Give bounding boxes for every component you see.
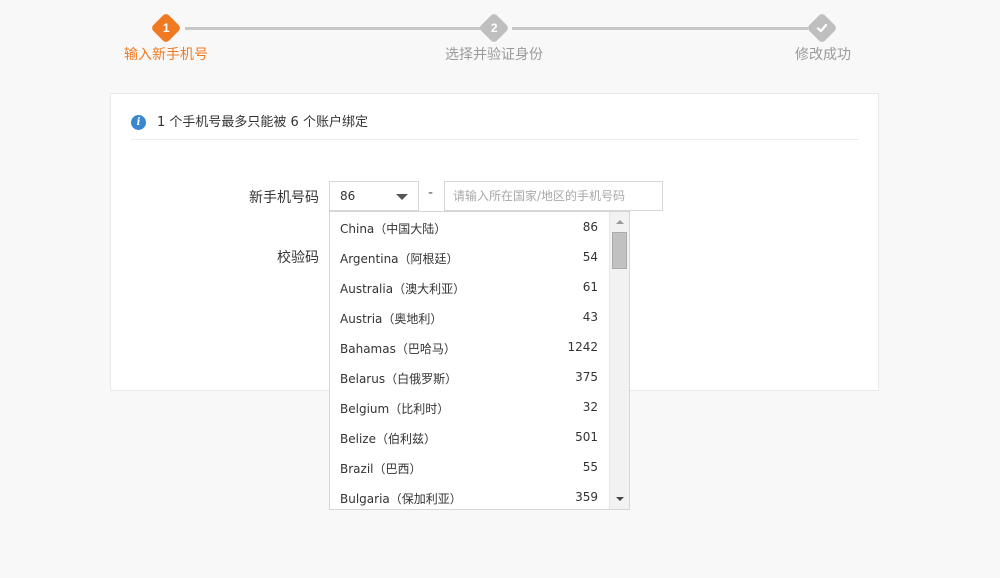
progress-stepper: 1 2 输入新手机号 选择并验证身份 修改成功 — [0, 0, 1000, 80]
country-option[interactable]: Brazil（巴西） 55 — [330, 452, 608, 482]
country-code-select[interactable]: 86 — [329, 181, 419, 211]
scroll-down-arrow-icon[interactable] — [616, 497, 624, 501]
country-option[interactable]: China（中国大陆） 86 — [330, 212, 608, 242]
country-option-code: 501 — [575, 430, 598, 444]
country-option-name: Bahamas（巴哈马） — [340, 342, 456, 356]
country-option-code: 54 — [582, 250, 598, 264]
country-code-value: 86 — [340, 189, 356, 203]
country-option-name: Bulgaria（保加利亚） — [340, 492, 462, 506]
info-icon: i — [131, 115, 146, 130]
country-option-name: Belize（伯利兹） — [340, 432, 436, 446]
country-option-code: 55 — [582, 460, 598, 474]
step-1-marker: 1 — [150, 12, 182, 44]
step-1-number: 1 — [162, 21, 170, 35]
country-option-code: 1242 — [567, 340, 598, 354]
step-3-label: 修改成功 — [795, 47, 851, 63]
step-3-marker — [806, 12, 838, 44]
step-2-number: 2 — [490, 21, 498, 35]
country-option[interactable]: Bulgaria（保加利亚） 359 — [330, 482, 608, 509]
separator: - — [428, 185, 434, 201]
dropdown-scrollbar[interactable] — [609, 212, 629, 509]
country-option-name: Belarus（白俄罗斯） — [340, 372, 458, 386]
phone-label: 新手机号码 — [249, 190, 319, 206]
country-option-name: Belgium（比利时） — [340, 402, 450, 416]
country-option-code: 43 — [582, 310, 598, 324]
notice-text: 1 个手机号最多只能被 6 个账户绑定 — [157, 115, 368, 130]
country-option[interactable]: Belarus（白俄罗斯） 375 — [330, 362, 608, 392]
country-option[interactable]: Argentina（阿根廷） 54 — [330, 242, 608, 272]
step-connector-2 — [512, 27, 808, 30]
country-option-name: China（中国大陆） — [340, 222, 447, 236]
step-connector-1 — [185, 27, 481, 30]
country-dropdown[interactable]: China（中国大陆） 86 Argentina（阿根廷） 54 Austral… — [329, 211, 630, 510]
scroll-thumb[interactable] — [612, 232, 627, 269]
check-icon — [816, 23, 828, 33]
code-label: 校验码 — [277, 250, 319, 266]
step-2-marker: 2 — [478, 12, 510, 44]
notice-bar: i 1 个手机号最多只能被 6 个账户绑定 — [131, 114, 859, 140]
step-1-label: 输入新手机号 — [124, 47, 208, 63]
country-option-name: Argentina（阿根廷） — [340, 252, 459, 266]
country-option-code: 86 — [582, 220, 598, 234]
country-option[interactable]: Belgium（比利时） 32 — [330, 392, 608, 422]
country-option[interactable]: Australia（澳大利亚） 61 — [330, 272, 608, 302]
country-option[interactable]: Belize（伯利兹） 501 — [330, 422, 608, 452]
country-option-code: 359 — [575, 490, 598, 504]
chevron-down-icon — [396, 194, 408, 200]
scroll-up-arrow-icon[interactable] — [616, 220, 624, 224]
country-option[interactable]: Bahamas（巴哈马） 1242 — [330, 332, 608, 362]
country-option-name: Brazil（巴西） — [340, 462, 422, 476]
phone-input[interactable] — [444, 181, 663, 211]
country-option-code: 61 — [582, 280, 598, 294]
country-option-name: Austria（奥地利） — [340, 312, 443, 326]
country-option[interactable]: Austria（奥地利） 43 — [330, 302, 608, 332]
country-option-name: Australia（澳大利亚） — [340, 282, 466, 296]
country-option-code: 375 — [575, 370, 598, 384]
country-option-code: 32 — [582, 400, 598, 414]
step-2-label: 选择并验证身份 — [445, 47, 543, 63]
